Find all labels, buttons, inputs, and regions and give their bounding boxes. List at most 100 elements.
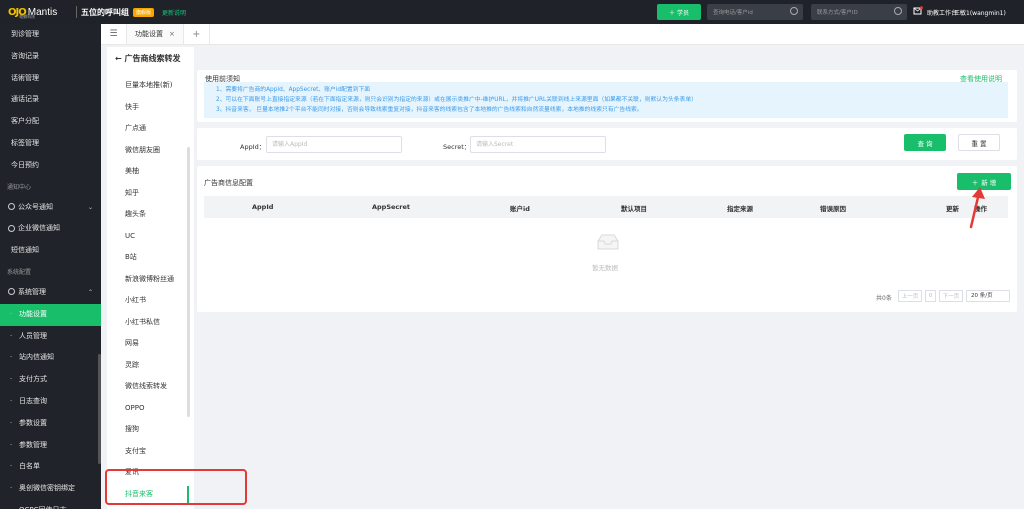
tab-function-settings[interactable]: 功能设置 × bbox=[127, 24, 184, 44]
platform-item[interactable]: B站 bbox=[107, 247, 194, 269]
search-icon[interactable] bbox=[790, 7, 798, 15]
sidebar-item[interactable]: 功能设置 bbox=[0, 303, 101, 326]
sidebar-scrollbar[interactable] bbox=[98, 354, 101, 464]
panel-title-text: 广告商线索转发 bbox=[124, 54, 181, 63]
reset-button[interactable]: 重 置 bbox=[958, 134, 1000, 151]
platform-list: 巨量本地推(新) 快手 广点通 微信朋友圈 美柚 知乎 趣头条 UC B站 新浪微博粉丝通 小红书小… bbox=[107, 75, 194, 505]
prev-page-button[interactable]: 上一页 bbox=[898, 290, 922, 302]
notice-line: 3、抖音来客， 巨量本地推2个平台不能同时对接，否则会导致线索重复对接，抖音来客… bbox=[216, 107, 643, 113]
menu-group-icon bbox=[8, 288, 15, 296]
logo[interactable]: OJO Mantis 螳螂科技 bbox=[0, 5, 72, 20]
menu-group-icon bbox=[8, 203, 15, 211]
platform-item[interactable]: 微信线索转发 bbox=[107, 376, 194, 398]
sidebar-item-label: 支付方式 bbox=[19, 375, 47, 384]
sidebar-item[interactable]: 到诊管理 bbox=[0, 24, 101, 46]
sidebar-item[interactable]: 参数设置 bbox=[0, 413, 101, 435]
secret-input[interactable]: 请输入Secret bbox=[470, 136, 606, 153]
workbench-link[interactable]: 助教工作台 bbox=[927, 8, 957, 17]
sidebar-item[interactable]: 企业微信通知 bbox=[0, 218, 101, 240]
platform-item[interactable]: OPPO bbox=[107, 398, 194, 420]
platform-item[interactable]: 微信朋友圈 bbox=[107, 140, 194, 162]
sidebar-item[interactable]: 白名单 bbox=[0, 456, 101, 478]
sidebar-item[interactable]: 标签管理 bbox=[0, 133, 101, 155]
platform-item[interactable]: 趣头条 bbox=[107, 204, 194, 226]
chevron-icon[interactable]: ⌄ bbox=[88, 197, 93, 219]
scrollbar[interactable] bbox=[187, 147, 190, 417]
tab-bar: ☰ 功能设置 × + bbox=[101, 24, 1024, 45]
table-header: AppId AppSecret 账户id 默认项目 指定来源 错误原因 更新 操… bbox=[204, 196, 1008, 218]
page-number[interactable]: 0 bbox=[925, 290, 936, 302]
platform-item[interactable]: UC bbox=[107, 226, 194, 248]
platform-item[interactable]: 美柚 bbox=[107, 161, 194, 183]
sidebar-section-label: 系统配置 bbox=[0, 262, 101, 282]
notice-line: 1、需要将广告商的AppId、AppSecret、账户id配置到下面 bbox=[216, 87, 371, 93]
sidebar-item-label: 客户分配 bbox=[11, 117, 39, 126]
sidebar-item[interactable]: 话術管理 bbox=[0, 68, 101, 90]
phone-search-placeholder: 查询电话/客户id bbox=[713, 10, 753, 16]
platform-item[interactable]: 支付宝 bbox=[107, 441, 194, 463]
add-student-button[interactable]: ＋ 学员 bbox=[657, 4, 701, 20]
sidebar-item-label: 通知中心 bbox=[7, 183, 32, 191]
platform-item[interactable]: 广点通 bbox=[107, 118, 194, 140]
search-icon[interactable] bbox=[894, 7, 902, 15]
platform-item[interactable]: 小红书 bbox=[107, 290, 194, 312]
platform-item[interactable]: 快手 bbox=[107, 97, 194, 119]
sidebar-item-label: 通话记录 bbox=[11, 95, 39, 104]
platform-item[interactable]: 知乎 bbox=[107, 183, 194, 205]
user-menu[interactable]: 王敏1(wangmin1) bbox=[954, 8, 1006, 17]
sidebar-item[interactable]: 咨询记录 bbox=[0, 46, 101, 68]
sidebar-item[interactable]: 公众号通知 ⌄ bbox=[0, 197, 101, 219]
sidebar-item[interactable]: 站内信通知 bbox=[0, 347, 101, 369]
column-header: 错误原因 bbox=[820, 205, 846, 213]
message-icon[interactable] bbox=[913, 6, 923, 16]
table-title: 广告商信息配置 bbox=[204, 179, 253, 187]
student-button-label: 学员 bbox=[677, 9, 690, 17]
update-notes-link[interactable]: 更新说明 bbox=[162, 8, 186, 17]
reset-button-label: 重 置 bbox=[971, 139, 987, 148]
sidebar-item[interactable]: 奥创微信密钥绑定 bbox=[0, 478, 101, 500]
sidebar-item[interactable]: 支付方式 bbox=[0, 369, 101, 391]
page-size-select[interactable]: 20 条/页 bbox=[966, 290, 1010, 302]
platform-item[interactable]: 小红书私信 bbox=[107, 312, 194, 334]
platform-item[interactable]: 新浪微博粉丝通 bbox=[107, 269, 194, 291]
platform-item[interactable]: 搜狗 bbox=[107, 419, 194, 441]
phone-search-input[interactable]: 查询电话/客户id bbox=[707, 4, 803, 20]
prev-page-label: 上一页 bbox=[901, 294, 919, 300]
page-number-label: 0 bbox=[928, 293, 933, 299]
query-button[interactable]: 查 询 bbox=[904, 134, 946, 151]
sidebar-item-label: 标签管理 bbox=[11, 138, 39, 147]
sidebar-item[interactable]: 通话记录 bbox=[0, 89, 101, 111]
sidebar-item[interactable]: 短信通知 bbox=[0, 240, 101, 262]
sidebar-item-label: 话術管理 bbox=[11, 73, 39, 82]
sidebar-item[interactable]: 参数管理 bbox=[0, 435, 101, 457]
menu-collapse-icon[interactable]: ☰ bbox=[101, 24, 127, 44]
back-arrow-icon[interactable]: ← bbox=[115, 54, 122, 63]
sidebar-item[interactable]: 系统管理 ⌃ bbox=[0, 282, 101, 304]
add-tab-icon[interactable]: + bbox=[184, 24, 210, 44]
org-name: 五位的呼叫组 bbox=[81, 7, 129, 17]
query-button-label: 查 询 bbox=[917, 139, 933, 148]
sidebar-item[interactable]: 今日预约 bbox=[0, 155, 101, 177]
platform-item[interactable]: 网易 bbox=[107, 333, 194, 355]
chevron-icon[interactable]: ⌃ bbox=[88, 282, 93, 304]
page-size-label: 20 条/页 bbox=[971, 293, 993, 299]
sidebar-item[interactable]: 客户分配 bbox=[0, 111, 101, 133]
column-header: 默认项目 bbox=[621, 205, 647, 213]
sidebar-item[interactable]: 人员管理 bbox=[0, 326, 101, 348]
contact-search-input[interactable]: 联系方式/客户ID bbox=[811, 4, 907, 20]
annotation-arrow bbox=[969, 187, 985, 229]
logo-subtitle: 螳螂科技 bbox=[19, 13, 36, 19]
contact-search-placeholder: 联系方式/客户ID bbox=[817, 10, 858, 16]
close-icon[interactable]: × bbox=[169, 30, 175, 38]
edition-badge: 旗舰版 bbox=[133, 7, 155, 17]
next-page-button[interactable]: 下一页 bbox=[939, 290, 963, 302]
sidebar-item[interactable]: 日志查询 bbox=[0, 391, 101, 413]
platform-item[interactable]: 灵踪 bbox=[107, 355, 194, 377]
sidebar-item[interactable]: OCPC回传日志 bbox=[0, 500, 101, 509]
notice-box: 1、需要将广告商的AppId、AppSecret、账户id配置到下面 2、可以在… bbox=[204, 82, 1008, 118]
secret-placeholder: 请输入Secret bbox=[476, 141, 514, 148]
platform-item[interactable]: 巨量本地推(新) bbox=[107, 75, 194, 97]
sidebar-item-label: 白名单 bbox=[19, 462, 40, 471]
appid-input[interactable]: 请输入AppId bbox=[266, 136, 402, 153]
column-header: AppId bbox=[252, 203, 274, 211]
